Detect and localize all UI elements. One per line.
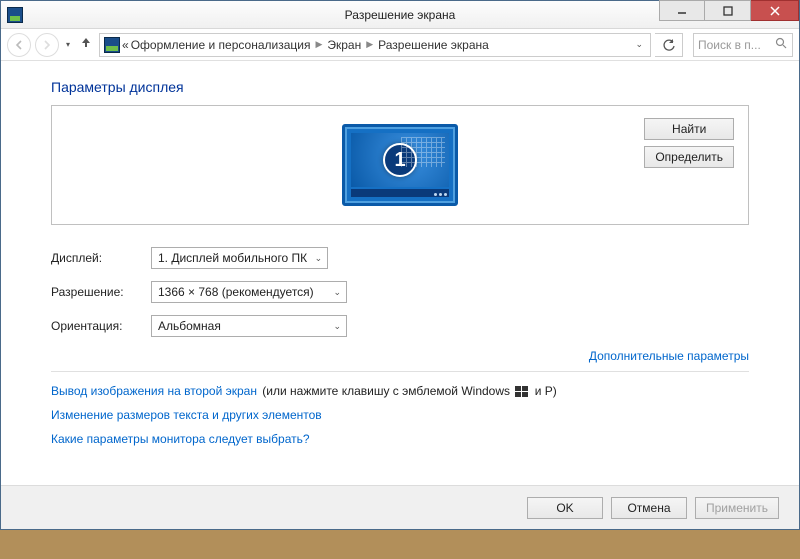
search-icon (775, 37, 788, 53)
up-button[interactable] (77, 35, 95, 54)
breadcrumb-prefix: « (122, 38, 129, 52)
detect-button[interactable]: Найти (644, 118, 734, 140)
settings-form: Дисплей: 1. Дисплей мобильного ПК ⌄ Разр… (51, 247, 749, 446)
location-icon (104, 37, 120, 53)
ok-button[interactable]: OK (527, 497, 603, 519)
identify-button[interactable]: Определить (644, 146, 734, 168)
display-arrangement-box: 1 Найти Определить (51, 105, 749, 225)
display-thumbnail[interactable]: 1 (342, 124, 458, 206)
forward-button[interactable] (35, 33, 59, 57)
resolution-label: Разрешение: (51, 285, 151, 299)
address-bar[interactable]: « Оформление и персонализация ▶ Экран ▶ … (99, 33, 651, 57)
project-suffix: (или нажмите клавишу с эмблемой Windows (259, 384, 513, 398)
close-button[interactable] (751, 0, 799, 21)
chevron-down-icon: ⌄ (333, 321, 341, 332)
content-area: Параметры дисплея 1 Найти Определить (1, 61, 799, 485)
advanced-settings-link[interactable]: Дополнительные параметры (589, 349, 749, 363)
breadcrumb-item[interactable]: Экран (327, 38, 361, 52)
divider (51, 371, 749, 372)
navigation-bar: ▾ « Оформление и персонализация ▶ Экран … (1, 29, 799, 61)
cancel-button[interactable]: Отмена (611, 497, 687, 519)
app-icon (7, 7, 23, 23)
resolution-select[interactable]: 1366 × 768 (рекомендуется) ⌄ (151, 281, 347, 303)
titlebar: Разрешение экрана (1, 1, 799, 29)
help-link[interactable]: Какие параметры монитора следует выбрать… (51, 432, 310, 446)
chevron-right-icon: ▶ (312, 39, 325, 50)
history-dropdown[interactable]: ▾ (63, 40, 73, 49)
chevron-down-icon: ⌄ (333, 287, 341, 298)
window: Разрешение экрана ▾ « Оформление и (0, 0, 800, 530)
breadcrumb-item[interactable]: Разрешение экрана (378, 38, 489, 52)
display-label: Дисплей: (51, 251, 151, 265)
dialog-footer: OK Отмена Применить (1, 485, 799, 529)
chevron-right-icon: ▶ (363, 39, 376, 50)
chevron-down-icon: ⌄ (315, 253, 323, 264)
search-placeholder: Поиск в п... (698, 38, 761, 52)
back-button[interactable] (7, 33, 31, 57)
apply-button[interactable]: Применить (695, 497, 779, 519)
orientation-label: Ориентация: (51, 319, 151, 333)
project-link[interactable]: Вывод изображения на второй экран (51, 384, 257, 398)
display-select[interactable]: 1. Дисплей мобильного ПК ⌄ (151, 247, 328, 269)
breadcrumb-item[interactable]: Оформление и персонализация (131, 38, 311, 52)
refresh-button[interactable] (655, 33, 683, 57)
text-size-link[interactable]: Изменение размеров текста и других элеме… (51, 408, 322, 422)
search-input[interactable]: Поиск в п... (693, 33, 793, 57)
windows-key-icon (515, 386, 529, 398)
orientation-select[interactable]: Альбомная ⌄ (151, 315, 347, 337)
minimize-button[interactable] (659, 0, 705, 21)
address-dropdown-icon[interactable]: ⌄ (632, 39, 646, 50)
page-heading: Параметры дисплея (51, 79, 749, 95)
maximize-button[interactable] (705, 0, 751, 21)
